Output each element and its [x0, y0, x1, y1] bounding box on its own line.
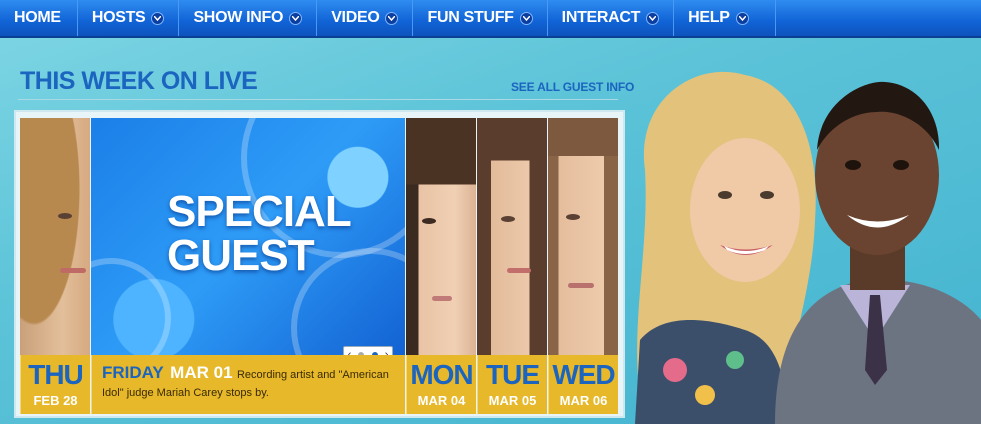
day-caption: MON MAR 04: [406, 355, 476, 414]
featured-caption: FRIDAY MAR 01 Recording artist and "Amer…: [91, 355, 405, 414]
date-label: MAR 04: [417, 393, 466, 408]
nav-home[interactable]: HOME: [0, 0, 78, 36]
chevron-down-icon: [646, 11, 660, 25]
guest-carousel: THU FEB 28 SPECIAL GUEST ‹ › FRIDAY MAR …: [14, 110, 625, 418]
hosts-photo: [625, 40, 981, 424]
nav-interact[interactable]: INTERACT: [548, 0, 675, 36]
nav-hosts[interactable]: HOSTS: [78, 0, 180, 36]
featured-day: FRIDAY: [102, 363, 164, 382]
nav-show-info-label: SHOW INFO: [193, 9, 284, 26]
nav-hosts-label: HOSTS: [91, 9, 146, 26]
see-all-guest-info-link[interactable]: SEE ALL GUEST INFO: [511, 80, 634, 94]
day-caption: WED MAR 06: [548, 355, 618, 414]
day-label: MON: [410, 359, 473, 390]
featured-date: MAR 01: [170, 363, 233, 382]
chevron-down-icon: [151, 11, 165, 25]
nav-interact-label: INTERACT: [561, 9, 641, 26]
nav-show-info[interactable]: SHOW INFO: [179, 0, 318, 36]
nav-help[interactable]: HELP: [674, 0, 776, 36]
day-caption: TUE MAR 05: [477, 355, 547, 414]
nav-fun-stuff[interactable]: FUN STUFF: [413, 0, 548, 36]
special-guest-line2: GUEST: [167, 231, 315, 280]
date-label: MAR 05: [488, 393, 537, 408]
carousel-panel-thu[interactable]: THU FEB 28: [20, 118, 90, 414]
special-guest-line1: SPECIAL: [167, 187, 352, 236]
chevron-down-icon: [519, 11, 533, 25]
special-guest-heading: SPECIAL GUEST: [167, 187, 352, 280]
guest-photo: [477, 118, 547, 355]
nav-video[interactable]: VIDEO: [317, 0, 414, 36]
nav-video-label: VIDEO: [331, 9, 380, 26]
nav-fun-stuff-label: FUN STUFF: [427, 9, 514, 26]
carousel-panel-mon[interactable]: MON MAR 04: [406, 118, 476, 414]
title-divider: [18, 99, 618, 100]
chevron-down-icon: [735, 11, 749, 25]
nav-help-label: HELP: [688, 9, 730, 26]
main-nav: HOME HOSTS SHOW INFO VIDEO FUN STUFF INT…: [0, 0, 981, 38]
day-label: THU: [28, 359, 84, 390]
date-label: FEB 28: [33, 393, 78, 408]
special-guest-graphic: SPECIAL GUEST: [91, 118, 405, 408]
day-label: TUE: [486, 359, 540, 390]
date-label: MAR 06: [559, 393, 608, 408]
hosts-photo-graphic: [635, 71, 981, 424]
section-title: THIS WEEK ON LIVE: [20, 67, 258, 95]
carousel-panel-wed[interactable]: WED MAR 06: [548, 118, 618, 414]
guest-photo: [548, 118, 618, 355]
carousel-panel-featured[interactable]: SPECIAL GUEST ‹ › FRIDAY MAR 01 Recordin…: [91, 118, 405, 414]
guest-photo: [406, 118, 476, 355]
day-caption: THU FEB 28: [20, 355, 90, 414]
carousel-panel-tue[interactable]: TUE MAR 05: [477, 118, 547, 414]
chevron-down-icon: [289, 11, 303, 25]
guest-photo: [20, 118, 90, 355]
nav-home-label: HOME: [14, 9, 61, 26]
day-label: WED: [552, 359, 615, 390]
chevron-down-icon: [385, 11, 399, 25]
